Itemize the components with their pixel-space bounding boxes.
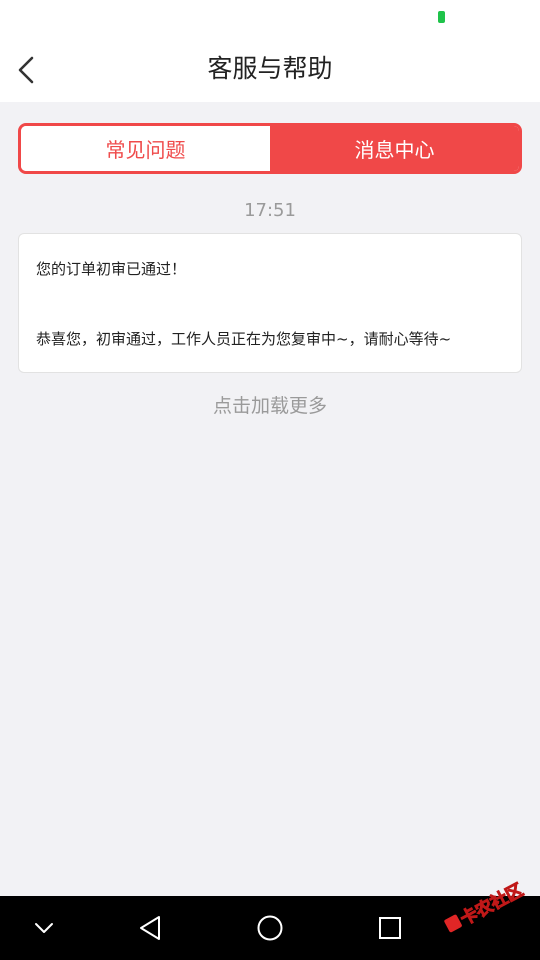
message-title: 您的订单初审已通过！ <box>36 260 187 278</box>
tab-message-center[interactable]: 消息中心 <box>270 126 519 171</box>
chevron-left-icon <box>18 56 34 84</box>
status-bar <box>0 0 540 36</box>
tab-faq[interactable]: 常见问题 <box>21 126 270 171</box>
battery-icon <box>438 11 445 23</box>
nav-back-button[interactable] <box>120 896 180 960</box>
watermark-logo: 卡农社区 <box>444 879 527 933</box>
back-triangle-icon <box>140 916 160 940</box>
tab-switcher: 常见问题 消息中心 <box>18 123 522 174</box>
message-timestamp: 17:51 <box>244 200 296 221</box>
back-button[interactable] <box>10 50 46 90</box>
hide-nav-button[interactable] <box>14 896 74 960</box>
nav-home-button[interactable] <box>240 896 300 960</box>
page-title: 客服与帮助 <box>207 54 333 83</box>
header: 客服与帮助 <box>0 36 540 102</box>
watermark-text: 卡农社区 <box>457 879 527 929</box>
recents-square-icon <box>379 917 401 939</box>
chevron-down-icon <box>35 923 53 933</box>
home-circle-icon <box>257 915 283 941</box>
nav-recents-button[interactable] <box>360 896 420 960</box>
load-more-button[interactable]: 点击加载更多 <box>0 391 540 418</box>
message-card[interactable]: 您的订单初审已通过！ 恭喜您，初审通过，工作人员正在为您复审中~，请耐心等待~ <box>18 233 522 373</box>
message-body: 恭喜您，初审通过，工作人员正在为您复审中~，请耐心等待~ <box>36 330 452 348</box>
